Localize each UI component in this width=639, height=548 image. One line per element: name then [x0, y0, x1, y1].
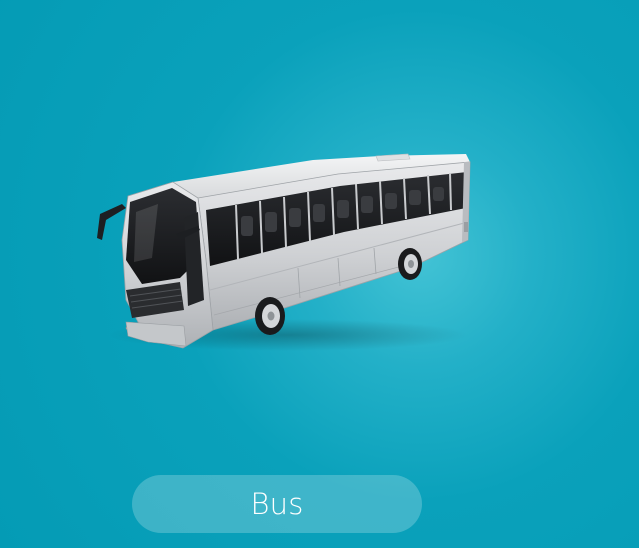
vehicle-label-button[interactable]: Bus — [132, 475, 422, 533]
vehicle-label: Bus — [250, 487, 304, 521]
bus-image — [88, 150, 478, 355]
vehicle-card: Bus — [0, 0, 639, 548]
bus-icon — [97, 153, 471, 351]
